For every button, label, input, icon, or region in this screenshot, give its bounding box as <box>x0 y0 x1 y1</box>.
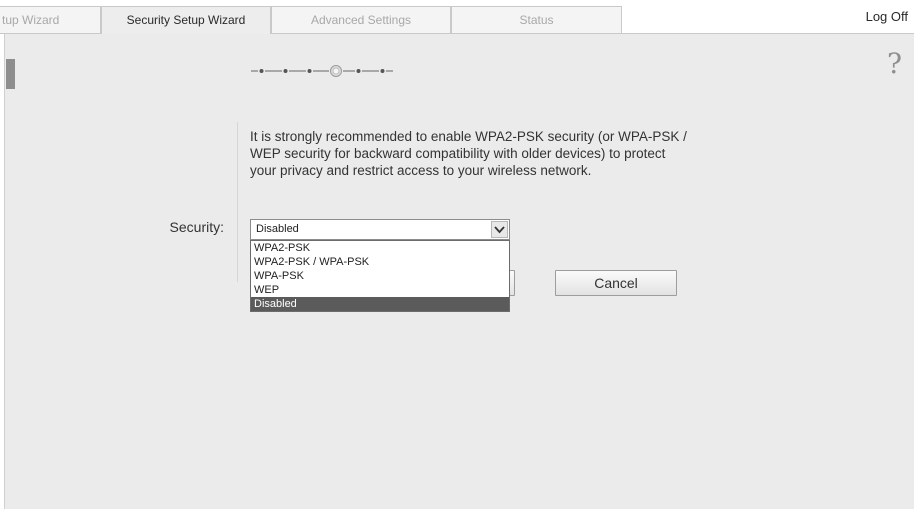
tab-security-setup-wizard[interactable]: Security Setup Wizard <box>101 6 271 35</box>
chevron-down-icon[interactable] <box>491 221 508 238</box>
wizard-progress-indicator <box>251 65 393 77</box>
option-wpa2-psk[interactable]: WPA2-PSK <box>251 241 509 255</box>
tab-setup-wizard[interactable]: tup Wizard <box>0 6 101 34</box>
log-off-link[interactable]: Log Off <box>866 9 908 24</box>
option-disabled[interactable]: Disabled <box>251 297 509 311</box>
progress-step-dot <box>356 69 361 73</box>
progress-step-dot <box>380 69 385 73</box>
security-recommendation-text: It is strongly recommended to enable WPA… <box>250 129 687 178</box>
security-label: Security: <box>169 219 224 235</box>
tab-status[interactable]: Status <box>451 6 622 34</box>
tab-advanced-settings[interactable]: Advanced Settings <box>271 6 451 34</box>
progress-step-dot <box>283 69 288 73</box>
security-select[interactable]: Disabled <box>250 219 510 240</box>
cancel-button[interactable]: Cancel <box>555 270 677 296</box>
option-wpa2-psk-wpa-psk[interactable]: WPA2-PSK / WPA-PSK <box>251 255 509 269</box>
option-wpa-psk[interactable]: WPA-PSK <box>251 269 509 283</box>
info-divider <box>237 122 238 282</box>
progress-current-step <box>330 65 342 77</box>
progress-step-dot <box>259 69 264 73</box>
security-dropdown-list: WPA2-PSK WPA2-PSK / WPA-PSK WPA-PSK WEP … <box>250 240 510 312</box>
security-select-value: Disabled <box>256 223 299 235</box>
side-scroll-marker <box>6 59 15 89</box>
top-tab-bar: tup Wizard Security Setup Wizard Advance… <box>0 0 914 35</box>
option-wep[interactable]: WEP <box>251 283 509 297</box>
progress-step-dot <box>307 69 312 73</box>
help-question-icon[interactable]: ? <box>887 47 902 80</box>
